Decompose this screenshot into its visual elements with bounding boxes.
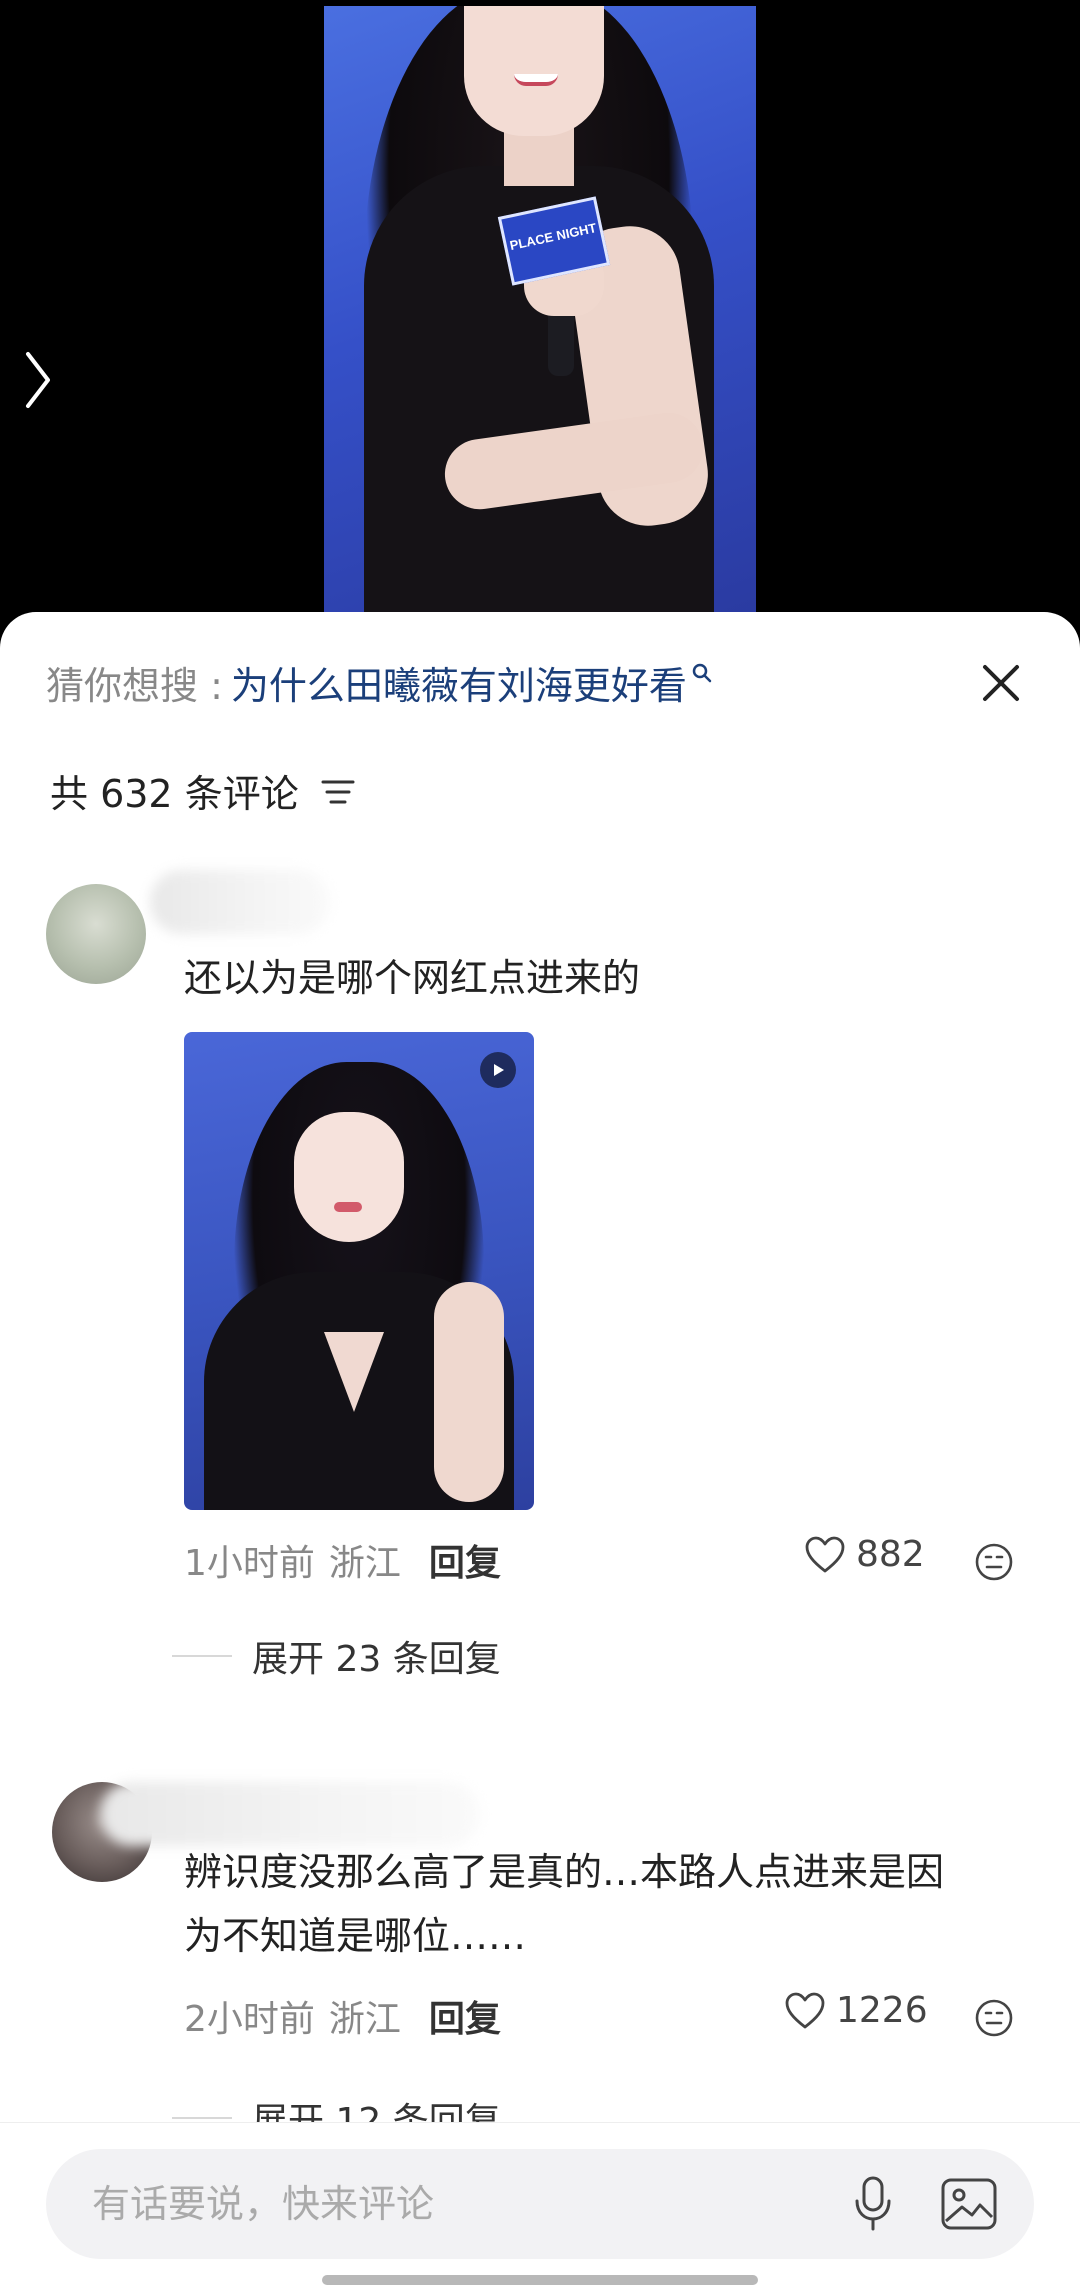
username-obscured xyxy=(150,870,330,934)
like-count: 1226 xyxy=(836,1990,928,2031)
expand-replies-label: 展开 23 条回复 xyxy=(252,1639,501,1680)
emoji-react-icon[interactable] xyxy=(974,1998,1014,2038)
comment-sheet: 猜你想搜 : 为什么田曦薇有刘海更好看 共 632 条评论 还以为是哪个网红点进… xyxy=(0,612,1080,2290)
comment-count-header: 共 632 条评论 xyxy=(50,760,355,820)
expand-divider xyxy=(172,1655,232,1657)
like-button[interactable]: 1226 xyxy=(784,1990,928,2031)
sort-icon[interactable] xyxy=(321,777,355,807)
play-icon xyxy=(480,1052,516,1088)
comment-location: 浙江 xyxy=(328,1999,401,2040)
media-figure-face xyxy=(294,1112,404,1242)
search-suggestion[interactable]: 猜你想搜 : 为什么田曦薇有刘海更好看 xyxy=(46,652,713,712)
search-suggestion-query[interactable]: 为什么田曦薇有刘海更好看 xyxy=(231,655,687,710)
comment-time: 1小时前 xyxy=(184,1543,315,1584)
comment-text-line-2: 为不知道是哪位…… xyxy=(184,1914,527,1958)
comment-location: 浙江 xyxy=(328,1543,401,1584)
chevron-right-icon[interactable] xyxy=(20,340,56,420)
comment-count: 共 632 条评论 xyxy=(50,771,299,816)
expand-replies[interactable]: 展开 23 条回复 xyxy=(172,1628,501,1684)
reply-button[interactable]: 回复 xyxy=(429,1990,501,2042)
comment-text: 还以为是哪个网红点进来的 xyxy=(184,956,641,1000)
mic-icon xyxy=(855,2176,891,2231)
video-mic-cube-text: PLACE NIGHT xyxy=(508,220,598,254)
search-icon xyxy=(692,663,712,683)
comment-input[interactable] xyxy=(92,2182,792,2226)
comment-input-container[interactable] xyxy=(46,2149,1034,2259)
video-frame[interactable]: PLACE NIGHT xyxy=(324,6,756,626)
video-figure-face xyxy=(464,6,604,136)
video-player[interactable]: PLACE NIGHT xyxy=(0,0,1080,640)
media-figure-lips xyxy=(334,1202,362,1212)
username-obscured xyxy=(100,1782,480,1846)
reply-button[interactable]: 回复 xyxy=(429,1534,501,1586)
avatar[interactable] xyxy=(46,884,146,984)
media-figure-arm xyxy=(434,1282,504,1502)
video-figure-smile xyxy=(514,74,558,86)
heart-icon xyxy=(805,1536,845,1572)
heart-icon xyxy=(785,1992,825,2028)
close-button[interactable] xyxy=(966,648,1036,718)
expand-divider xyxy=(172,2117,232,2119)
home-indicator xyxy=(322,2275,758,2285)
like-count: 882 xyxy=(856,1534,925,1575)
comment-input-bar xyxy=(0,2122,1080,2290)
comment-text-line-1: 辨识度没那么高了是真的…本路人点进来是因 xyxy=(184,1850,945,1894)
like-button[interactable]: 882 xyxy=(804,1534,925,1575)
comment-media[interactable] xyxy=(184,1032,534,1510)
voice-input-button[interactable] xyxy=(840,2171,906,2237)
emoji-react-icon[interactable] xyxy=(974,1542,1014,1582)
close-icon xyxy=(983,665,1019,701)
image-icon xyxy=(941,2178,997,2230)
comment-time: 2小时前 xyxy=(184,1999,315,2040)
search-suggestion-prefix: 猜你想搜 : xyxy=(46,663,223,708)
image-upload-button[interactable] xyxy=(936,2171,1002,2237)
